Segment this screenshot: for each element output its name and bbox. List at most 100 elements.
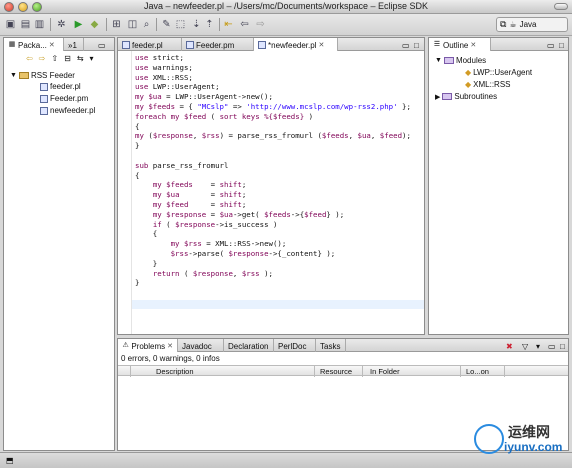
last-edit-icon[interactable]: ⇤ [222,18,235,31]
view-menu-icon[interactable]: ▾ [532,339,544,352]
prev-annotation-icon[interactable]: ⇡ [203,18,216,31]
module-icon: ◆ [465,80,472,89]
outline-item-module[interactable]: ◆ XML::RSS [465,80,511,89]
tree-item-file[interactable]: Feeder.pm [40,94,88,103]
tab-package-explorer[interactable]: ▦ Packa... ✕ [4,38,64,51]
watermark-logo: 运维网 iyunv.com [466,418,566,464]
title-bar: Java – newfeeder.pl – /Users/mc/Document… [0,0,572,14]
code-line: my $feed = shift; [152,199,247,209]
next-annotation-icon[interactable]: ⇣ [190,18,203,31]
code-line: my $ua = LWP::UserAgent->new(); [135,92,273,102]
perl-file-icon [258,41,266,49]
tab-declaration[interactable]: Declaration [224,339,274,352]
tab-outline[interactable]: ☰ Outline ✕ [429,38,491,51]
code-line: { [135,229,158,239]
java-perspective-icon: ☕ [509,20,517,29]
expand-icon[interactable]: ▶ [435,93,440,101]
toolbar-toggle-button[interactable] [554,3,568,10]
window-title: Java – newfeeder.pl – /Users/mc/Document… [143,1,429,11]
fast-view-icon[interactable]: ⬒ [6,456,14,465]
new-java-project-icon[interactable]: ⊞ [110,18,123,31]
code-line: } [135,258,158,268]
back-icon[interactable]: ⇦ [238,18,251,31]
outline-item-modules[interactable]: ▼ Modules [435,56,486,65]
code-line: my $feeds = shift; [152,180,247,190]
close-icon[interactable]: ✕ [318,41,324,49]
tree-item-project[interactable]: ▼ RSS Feeder [10,71,75,80]
close-icon[interactable]: ✕ [49,41,55,49]
perspective-switcher[interactable]: ⧉ ☕ Java [496,17,568,32]
editor-gutter [118,51,132,334]
print-icon[interactable]: ▥ [33,18,46,31]
maximize-icon[interactable]: □ [556,339,569,352]
tab-tasks[interactable]: Tasks [316,339,346,352]
code-line: my $rss = XML::RSS->new(); [170,239,287,249]
problems-icon: ⚠ [122,342,129,349]
pencil-icon[interactable]: ✎ [160,18,173,31]
new-icon[interactable]: ▣ [4,18,17,31]
code-line: my $feeds = { "MCslp" => 'http://www.mcs… [135,101,411,111]
back-icon[interactable]: ⇦ [26,54,33,63]
perl-file-icon [186,41,194,49]
code-line: sub parse_rss_fromurl [135,160,229,170]
code-line: { [135,121,140,131]
view-menu-icon[interactable]: ▾ [90,54,94,63]
perl-file-icon [40,82,48,91]
code-line: use XML::RSS; [135,72,193,82]
module-icon: ◆ [465,68,472,77]
close-icon[interactable]: ✕ [470,41,476,49]
debug-icon[interactable]: ✲ [55,18,68,31]
save-icon[interactable]: ▤ [19,18,32,31]
run-icon[interactable]: ▶ [72,18,85,31]
code-line: my ($response, $rss) = parse_rss_fromurl… [135,131,411,141]
code-line: use LWP::UserAgent; [135,82,220,92]
tab-overflow[interactable]: »1 [64,38,84,51]
column-location[interactable]: Lo...on [466,367,489,376]
tree-item-file[interactable]: feeder.pl [40,82,81,91]
filter-icon[interactable]: ▽ [518,339,532,352]
code-line: { [135,170,140,180]
code-area[interactable]: use strict; use warnings; use XML::RSS; use… [135,53,424,288]
tab-newfeeder-pl[interactable]: *newfeeder.pl ✕ [254,38,338,51]
maximize-icon[interactable]: □ [410,38,423,51]
tab-javadoc[interactable]: Javadoc [178,339,224,352]
package-explorer-icon: ▦ [8,41,16,48]
problems-table-header: Description Resource In Folder Lo...on [118,365,568,377]
code-line: if ( $response->is_success ) [152,219,278,229]
main-toolbar: ▣ ▤ ▥ ✲ ▶ ◆ ⊞ ◫ ⌕ ✎ ⬚ ⇣ ⇡ ⇤ ⇦ ⇨ ⧉ ☕ Java [0,14,572,36]
maximize-icon[interactable]: □ [555,38,568,51]
perl-file-icon [40,106,48,115]
column-in-folder[interactable]: In Folder [370,367,400,376]
tab-feeder-pm[interactable]: Feeder.pm [182,38,254,51]
collapse-all-icon[interactable]: ⊟ [64,54,71,63]
forward-icon[interactable]: ⇨ [254,18,267,31]
column-resource[interactable]: Resource [320,367,352,376]
tab-perldoc[interactable]: PerlDoc [274,339,316,352]
expand-icon[interactable]: ▼ [10,72,17,79]
forward-icon[interactable]: ⇨ [39,54,46,63]
search-icon[interactable]: ⌕ [140,18,153,31]
delete-icon[interactable]: ✖ [502,339,517,352]
expand-icon[interactable]: ▼ [435,57,442,64]
code-line: use strict; [135,53,184,62]
open-type-icon[interactable]: ◫ [126,18,139,31]
perspective-icon: ⧉ [500,19,507,29]
close-icon[interactable]: ✕ [167,342,173,350]
package-explorer-toolbar: ⇦ ⇨ ⇧ ⊟ ⇆ ▾ [26,54,94,63]
code-line: my $ua = shift; [152,190,247,200]
tab-feeder-pl[interactable]: feeder.pl [118,38,182,51]
tree-item-file[interactable]: newfeeder.pl [40,106,95,115]
tab-problems[interactable]: ⚠ Problems ✕ [118,339,178,352]
minimize-icon[interactable]: ▭ [94,38,110,51]
code-line: return ( $response, $rss ); [152,268,273,278]
outline-item-module[interactable]: ◆ LWP::UserAgent [465,68,532,77]
code-line: use warnings; [135,62,193,72]
up-icon[interactable]: ⇧ [51,54,58,63]
perl-file-icon [122,41,130,49]
column-description[interactable]: Description [156,367,194,376]
annotation-icon[interactable]: ⬚ [174,18,187,31]
external-tools-icon[interactable]: ◆ [88,18,101,31]
outline-item-subroutines[interactable]: ▶ Subroutines [435,92,497,101]
link-editor-icon[interactable]: ⇆ [77,54,84,63]
